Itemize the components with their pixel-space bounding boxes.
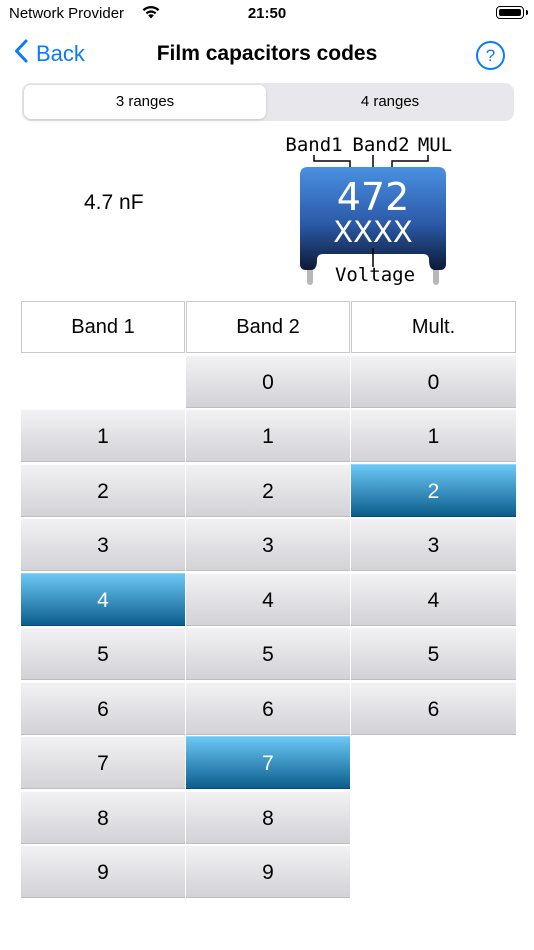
band2-cell-6[interactable]: 6 xyxy=(186,682,350,735)
navigation-bar: Back Film capacitors codes ? xyxy=(0,30,534,80)
band1-cell-3[interactable]: 3 xyxy=(21,518,185,571)
band2-cell-8[interactable]: 8 xyxy=(186,791,350,844)
band1-cell-6[interactable]: 6 xyxy=(21,682,185,735)
band1-cell-5[interactable]: 5 xyxy=(21,627,185,680)
band1-cell-9[interactable]: 9 xyxy=(21,845,185,898)
mult-cell-1[interactable]: 1 xyxy=(351,409,516,462)
diagram-subcode: XXXX xyxy=(333,215,412,249)
status-time: 21:50 xyxy=(247,5,287,22)
band2-cell-4[interactable]: 4 xyxy=(186,573,350,626)
band2-cell-0[interactable]: 0 xyxy=(186,355,350,408)
column-header-band2: Band 2 xyxy=(186,301,350,353)
mult-cell-3[interactable]: 3 xyxy=(351,518,516,571)
segment-3-ranges[interactable]: 3 ranges xyxy=(24,85,266,119)
band2-cell-9[interactable]: 9 xyxy=(186,845,350,898)
capacitor-diagram: Band1 Band2 MUL 472 XXXX Voltage xyxy=(285,134,452,286)
band1-cell-2[interactable]: 2 xyxy=(21,464,185,517)
band2-cell-7[interactable]: 7 xyxy=(186,736,350,789)
diagram-voltage-label: Voltage xyxy=(335,264,415,286)
band1-cell-4[interactable]: 4 xyxy=(21,573,185,626)
column-header-band1: Band 1 xyxy=(21,301,185,353)
battery-icon xyxy=(496,6,528,19)
band1-cell-8[interactable]: 8 xyxy=(21,791,185,844)
band2-cell-3[interactable]: 3 xyxy=(186,518,350,571)
mult-cell-4[interactable]: 4 xyxy=(351,573,516,626)
range-segmented-control: 3 ranges 4 ranges xyxy=(22,83,514,121)
mult-cell-0[interactable]: 0 xyxy=(351,355,516,408)
page-title: Film capacitors codes xyxy=(156,42,378,65)
mult-cell-5[interactable]: 5 xyxy=(351,627,516,680)
band2-cell-1[interactable]: 1 xyxy=(186,409,350,462)
mult-cell-6[interactable]: 6 xyxy=(351,682,516,735)
diagram-code: 472 xyxy=(337,175,410,219)
segment-4-ranges[interactable]: 4 ranges xyxy=(268,85,512,119)
mult-cell-2[interactable]: 2 xyxy=(351,464,516,517)
band2-cell-5[interactable]: 5 xyxy=(186,627,350,680)
diagram-label-band2: Band2 xyxy=(352,134,409,156)
band1-cell-1[interactable]: 1 xyxy=(21,409,185,462)
column-header-mult: Mult. xyxy=(351,301,516,353)
band1-cell-7[interactable]: 7 xyxy=(21,736,185,789)
band2-cell-2[interactable]: 2 xyxy=(186,464,350,517)
diagram-label-band1: Band1 xyxy=(285,134,342,156)
capacitance-value: 4.7 nF xyxy=(84,191,144,214)
status-bar: Network Provider 21:50 xyxy=(0,0,534,30)
help-icon[interactable]: ? xyxy=(476,41,505,70)
diagram-label-mul: MUL xyxy=(418,134,452,156)
